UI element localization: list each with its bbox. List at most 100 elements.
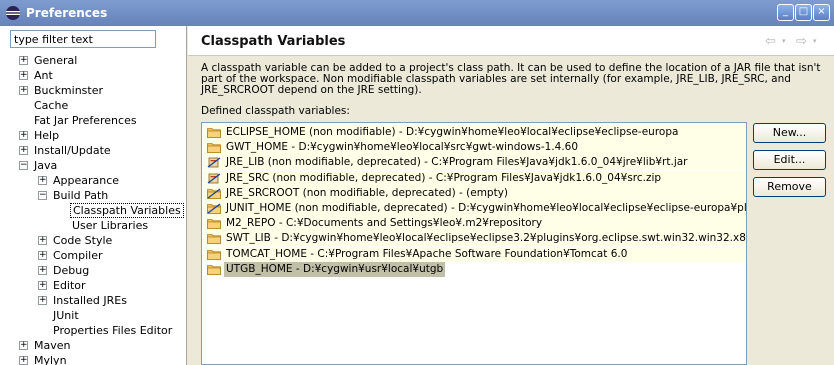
tree-item[interactable]: Cache: [0, 98, 186, 113]
remove-button-label: Remove: [767, 180, 812, 193]
title-bar: Preferences _ □ ×: [0, 0, 834, 26]
remove-button[interactable]: Remove: [753, 177, 826, 197]
defined-variables-label: Defined classpath variables:: [201, 105, 350, 117]
tree-item-label: Appearance: [53, 174, 120, 187]
new-button[interactable]: New...: [753, 123, 826, 143]
tree-item-label: Maven: [34, 339, 71, 352]
expand-icon[interactable]: +: [38, 176, 47, 185]
variable-row[interactable]: JUNIT_HOME (non modifiable, deprecated) …: [203, 201, 747, 216]
tree-item-label: JUnit: [53, 309, 79, 322]
tree-item[interactable]: + Code Style: [0, 233, 186, 248]
back-arrow-icon[interactable]: ⇦: [765, 34, 776, 49]
preferences-tree: + General + Ant + Buckminster Cache Fat Jar Pre…: [0, 53, 186, 365]
tree-item-label: Fat Jar Preferences: [34, 114, 137, 127]
deprecated-folder-icon: [207, 203, 221, 214]
deprecated-jar-icon: [207, 157, 221, 168]
tree-item[interactable]: + Maven: [0, 338, 186, 353]
tree-item[interactable]: + Appearance: [0, 173, 186, 188]
variable-row[interactable]: JRE_SRC (non modifiable, deprecated) - C…: [203, 170, 746, 186]
variable-row[interactable]: JRE_LIB (non modifiable, deprecated) - C…: [203, 155, 746, 171]
tree-item[interactable]: + General: [0, 53, 186, 68]
expand-icon[interactable]: +: [19, 341, 28, 350]
variable-label: JRE_LIB (non modifiable, deprecated) - C…: [226, 156, 688, 169]
tree-item-label: Help: [34, 129, 60, 142]
expand-icon[interactable]: +: [38, 236, 47, 245]
tree-item[interactable]: + Editor: [0, 278, 186, 293]
variable-label: JRE_SRC (non modifiable, deprecated) - C…: [226, 171, 662, 184]
eclipse-icon: [6, 6, 20, 20]
tree-item[interactable]: + Debug: [0, 263, 186, 278]
tree-item-label: Installed JREs: [53, 294, 127, 307]
tree-item[interactable]: + Compiler: [0, 248, 186, 263]
tree-item-label: Debug: [53, 264, 90, 277]
tree-item-label: Buckminster: [34, 84, 104, 97]
filter-input[interactable]: [10, 30, 156, 48]
folder-icon: [207, 142, 221, 154]
variable-label: JUNIT_HOME (non modifiable, deprecated) …: [226, 202, 747, 214]
folder-icon: [207, 264, 221, 275]
variable-label: GWT_HOME - D:¥cygwin¥home¥leo¥local¥src¥…: [226, 141, 579, 154]
tree-item[interactable]: + Help: [0, 128, 186, 143]
tree-item[interactable]: + Install/Update: [0, 143, 186, 158]
tree-item[interactable]: − Java: [0, 158, 186, 173]
tree-item[interactable]: + Ant: [0, 68, 186, 83]
expand-icon[interactable]: +: [38, 281, 47, 290]
tree-item[interactable]: + Mylyn: [0, 353, 186, 365]
back-dropdown-icon[interactable]: ▾: [782, 37, 786, 45]
variable-label: ECLIPSE_HOME (non modifiable) - D:¥cygwi…: [226, 126, 679, 138]
page-header: Classpath Variables ⇦ ▾ ⇨ ▾: [188, 26, 834, 56]
expand-icon[interactable]: +: [38, 296, 47, 305]
tree-item-label: Editor: [53, 279, 86, 292]
tree-item-label: Code Style: [53, 234, 113, 247]
tree-item-label: Classpath Variables: [70, 203, 184, 218]
variable-label: UTGB_HOME - D:¥cygwin¥usr¥local¥utgb: [224, 261, 446, 277]
expand-icon[interactable]: +: [38, 251, 47, 260]
variable-row[interactable]: JRE_SRCROOT (non modifiable, deprecated)…: [203, 185, 746, 201]
expand-icon[interactable]: +: [19, 131, 28, 140]
variable-row[interactable]: TOMCAT_HOME - C:¥Program Files¥Apache So…: [203, 246, 746, 262]
expand-icon[interactable]: +: [19, 356, 28, 365]
tree-item[interactable]: + Buckminster: [0, 83, 186, 98]
tree-item[interactable]: Classpath Variables: [0, 203, 186, 218]
variable-row[interactable]: ECLIPSE_HOME (non modifiable) - D:¥cygwi…: [203, 125, 746, 140]
tree-item[interactable]: + Installed JREs: [0, 293, 186, 308]
variable-label: TOMCAT_HOME - C:¥Program Files¥Apache So…: [226, 247, 628, 260]
tree-item[interactable]: Properties Files Editor: [0, 323, 186, 338]
expand-icon[interactable]: +: [19, 71, 28, 80]
expand-icon[interactable]: +: [38, 266, 47, 275]
collapse-icon[interactable]: −: [38, 191, 47, 200]
tree-item[interactable]: − Build Path: [0, 188, 186, 203]
variable-row[interactable]: GWT_HOME - D:¥cygwin¥home¥leo¥local¥src¥…: [203, 140, 746, 156]
tree-item-label: Compiler: [53, 249, 103, 262]
expand-icon[interactable]: +: [19, 56, 28, 65]
tree-item-label: Install/Update: [34, 144, 111, 157]
tree-item[interactable]: Fat Jar Preferences: [0, 113, 186, 128]
variable-label: M2_REPO - C:¥Documents and Settings¥leo¥…: [226, 217, 543, 230]
variable-row[interactable]: M2_REPO - C:¥Documents and Settings¥leo¥…: [203, 216, 746, 232]
tree-item-label: User Libraries: [72, 219, 149, 232]
window-title: Preferences: [26, 6, 108, 20]
expand-icon[interactable]: +: [19, 86, 28, 95]
variable-label: JRE_SRCROOT (non modifiable, deprecated)…: [226, 186, 509, 199]
new-button-label: New...: [772, 126, 807, 139]
expand-icon[interactable]: +: [19, 146, 28, 155]
folder-icon: [207, 233, 221, 245]
preferences-tree-panel: + General + Ant + Buckminster Cache Fat Jar Pre…: [0, 26, 187, 365]
forward-arrow-icon[interactable]: ⇨: [796, 34, 807, 49]
tree-item[interactable]: JUnit: [0, 308, 186, 323]
folder-icon: [207, 127, 221, 138]
forward-dropdown-icon[interactable]: ▾: [813, 37, 817, 45]
close-button[interactable]: ×: [813, 4, 830, 21]
collapse-icon[interactable]: −: [19, 161, 28, 170]
maximize-button[interactable]: □: [795, 4, 812, 21]
tree-item[interactable]: User Libraries: [0, 218, 186, 233]
classpath-variables-list[interactable]: ECLIPSE_HOME (non modifiable) - D:¥cygwi…: [201, 122, 747, 365]
variable-row[interactable]: SWT_LIB - D:¥cygwin¥home¥leo¥local¥eclip…: [203, 231, 746, 247]
page-description: A classpath variable can be added to a p…: [201, 62, 821, 96]
deprecated-jar-icon: [207, 173, 221, 184]
preference-page: Classpath Variables ⇦ ▾ ⇨ ▾ A classpath …: [188, 26, 834, 365]
edit-button[interactable]: Edit...: [753, 150, 826, 170]
folder-icon: [207, 218, 221, 230]
edit-button-label: Edit...: [773, 153, 806, 166]
minimize-button[interactable]: _: [777, 4, 794, 21]
